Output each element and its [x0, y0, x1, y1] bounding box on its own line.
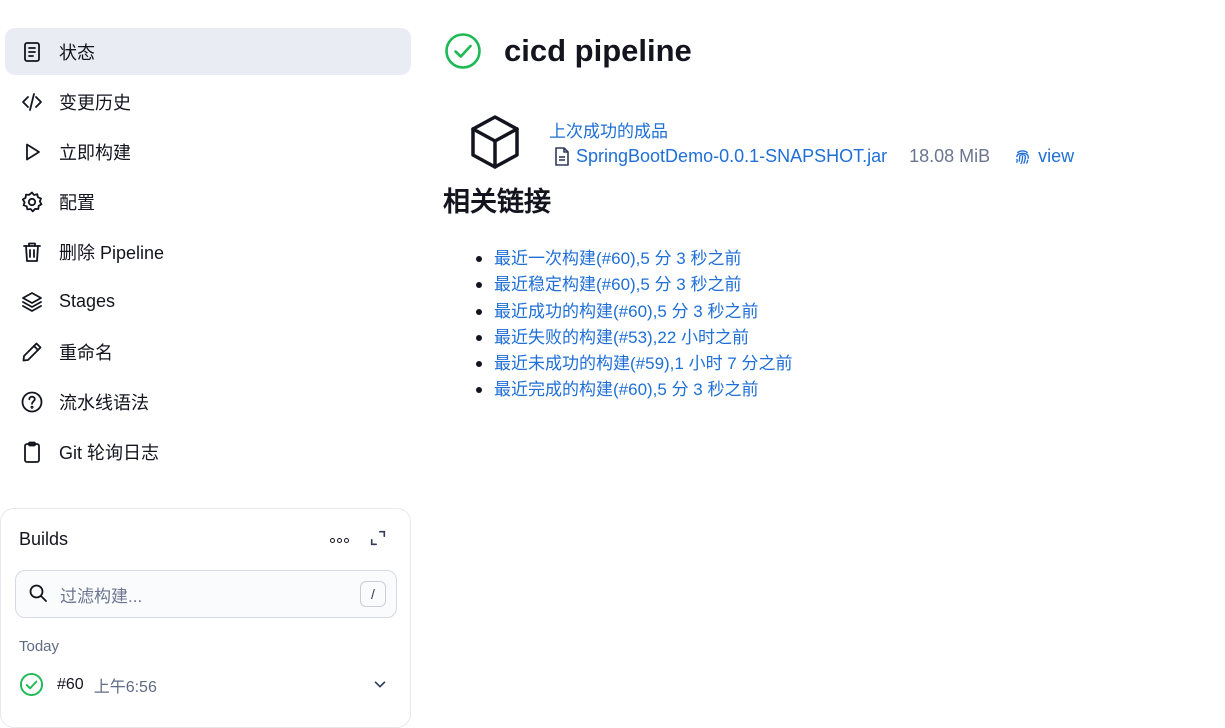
document-icon	[19, 39, 45, 65]
last-unsuccessful-build-link[interactable]: 最近未成功的构建(#59),1 小时 7 分之前	[494, 354, 793, 373]
related-links-heading: 相关链接	[443, 187, 551, 217]
page-title: cicd pipeline	[504, 33, 692, 68]
builds-panel: Builds 过滤构建... / Today #60 上午6:56	[0, 508, 411, 728]
build-row[interactable]: #60 上午6:56	[19, 671, 397, 699]
clipboard-icon	[19, 439, 45, 465]
play-icon	[19, 139, 45, 165]
more-options-icon[interactable]	[327, 531, 351, 549]
build-group-label: Today	[19, 638, 60, 655]
fingerprint-icon[interactable]	[1014, 148, 1032, 166]
gear-icon	[19, 189, 45, 215]
code-icon	[19, 89, 45, 115]
list-item: 最近未成功的构建(#59),1 小时 7 分之前	[476, 351, 793, 377]
pencil-icon	[19, 339, 45, 365]
search-placeholder: 过滤构建...	[60, 586, 143, 606]
expand-icon[interactable]	[369, 529, 389, 549]
list-item: 最近失败的构建(#53),22 小时之前	[476, 325, 793, 351]
help-circle-icon	[19, 389, 45, 415]
fingerprint-view-link[interactable]: view	[1038, 146, 1074, 167]
sidebar-item-label: 立即构建	[59, 142, 131, 163]
last-completed-build-link[interactable]: 最近完成的构建(#60),5 分 3 秒之前	[494, 380, 759, 399]
last-successful-build-link[interactable]: 最近成功的构建(#60),5 分 3 秒之前	[494, 302, 759, 321]
page-header: cicd pipeline	[444, 32, 692, 70]
file-icon	[554, 146, 572, 167]
last-stable-build-link[interactable]: 最近稳定构建(#60),5 分 3 秒之前	[494, 275, 742, 294]
search-icon	[28, 583, 50, 605]
sidebar-item-label: 删除 Pipeline	[59, 242, 165, 263]
sidebar-item-pipeline-syntax[interactable]: 流水线语法	[5, 378, 411, 425]
last-build-link[interactable]: 最近一次构建(#60),5 分 3 秒之前	[494, 249, 742, 268]
success-check-icon	[444, 32, 482, 70]
trash-icon	[19, 239, 45, 265]
sidebar-item-stages[interactable]: Stages	[5, 278, 411, 325]
layers-icon	[19, 289, 45, 315]
sidebar: 状态 变更历史 立即构建 配置 删除 Pipeline Stages 重命名 流…	[0, 0, 420, 728]
list-item: 最近稳定构建(#60),5 分 3 秒之前	[476, 272, 793, 298]
sidebar-item-label: 配置	[59, 192, 95, 213]
sidebar-item-label: 变更历史	[59, 92, 131, 113]
sidebar-item-label: Git 轮询日志	[59, 442, 160, 463]
sidebar-item-delete-pipeline[interactable]: 删除 Pipeline	[5, 228, 411, 275]
sidebar-item-status[interactable]: 状态	[5, 28, 411, 75]
last-failed-build-link[interactable]: 最近失败的构建(#53),22 小时之前	[494, 328, 749, 347]
build-number[interactable]: #60	[57, 676, 84, 694]
list-item: 最近一次构建(#60),5 分 3 秒之前	[476, 246, 793, 272]
search-shortcut-key: /	[360, 581, 386, 607]
artifact-row: SpringBootDemo-0.0.1-SNAPSHOT.jar 18.08 …	[554, 146, 1074, 167]
sidebar-item-label: 重命名	[59, 342, 113, 363]
last-successful-artifacts-link[interactable]: 上次成功的成品	[549, 117, 668, 142]
success-check-icon	[19, 672, 45, 698]
artifact-file-link[interactable]: SpringBootDemo-0.0.1-SNAPSHOT.jar	[576, 146, 887, 167]
chevron-down-icon[interactable]	[371, 675, 391, 695]
build-filter-input[interactable]: 过滤构建... /	[15, 570, 397, 618]
sidebar-item-label: 流水线语法	[59, 392, 149, 413]
sidebar-nav: 状态 变更历史 立即构建 配置 删除 Pipeline Stages 重命名 流…	[5, 28, 411, 478]
sidebar-item-changes[interactable]: 变更历史	[5, 78, 411, 125]
artifact-file-size: 18.08 MiB	[909, 146, 991, 166]
list-item: 最近成功的构建(#60),5 分 3 秒之前	[476, 299, 793, 325]
sidebar-item-label: Stages	[59, 291, 116, 311]
sidebar-item-rename[interactable]: 重命名	[5, 328, 411, 375]
sidebar-item-configure[interactable]: 配置	[5, 178, 411, 225]
builds-title: Builds	[19, 529, 69, 549]
related-links-list: 最近一次构建(#60),5 分 3 秒之前 最近稳定构建(#60),5 分 3 …	[476, 246, 793, 404]
build-time: 上午6:56	[93, 679, 157, 696]
sidebar-item-build-now[interactable]: 立即构建	[5, 128, 411, 175]
main-content: cicd pipeline 上次成功的成品 SpringBootDemo-0.0…	[440, 0, 1225, 701]
sidebar-item-git-polling-log[interactable]: Git 轮询日志	[5, 428, 411, 475]
package-icon	[468, 113, 522, 171]
sidebar-item-label: 状态	[59, 42, 95, 63]
list-item: 最近完成的构建(#60),5 分 3 秒之前	[476, 377, 793, 403]
